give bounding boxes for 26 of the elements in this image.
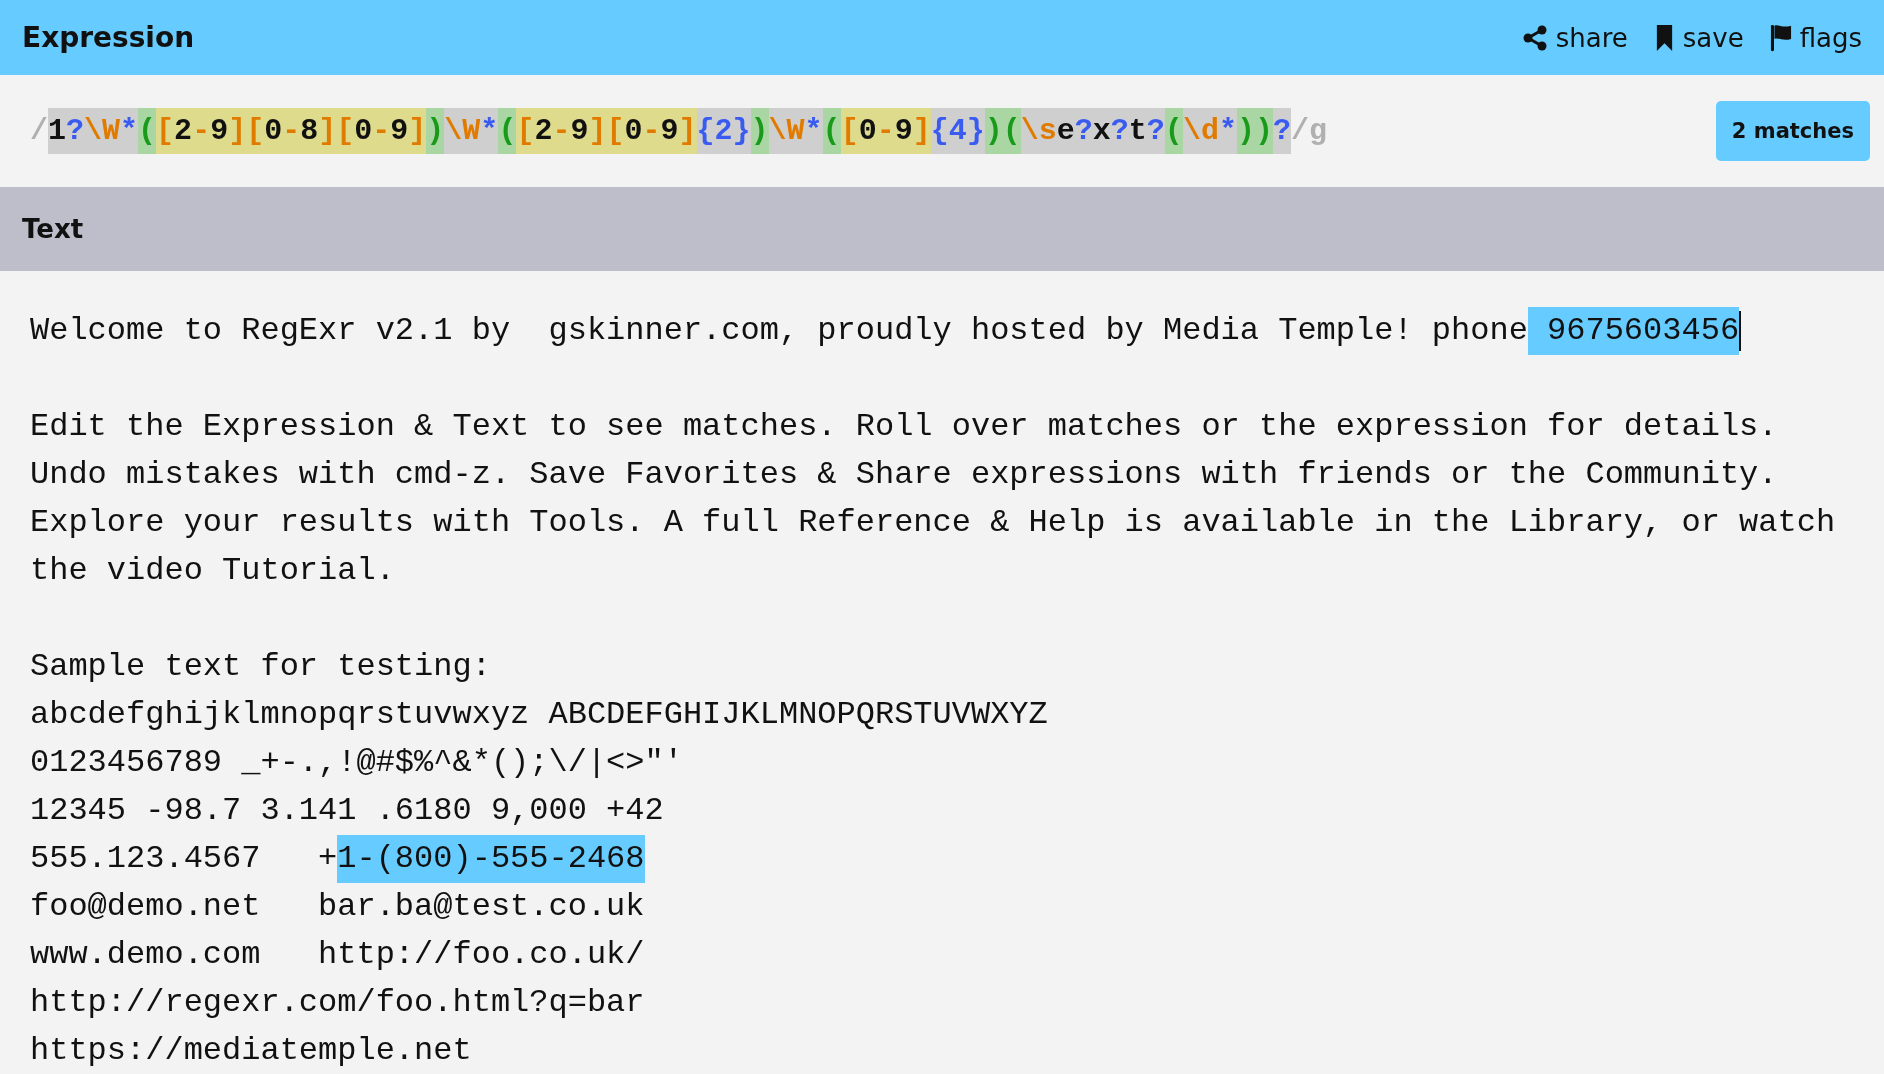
match-highlight: 1-(800)-555-2468 — [337, 835, 645, 883]
text-line: the video Tutorial. — [30, 551, 395, 591]
text-line: www.demo.com http://foo.co.uk/ — [30, 935, 645, 975]
match-count-button[interactable]: 2 matches — [1715, 101, 1870, 161]
text-line: Edit the Expression & Text to see matches. Roll over matches or the expression for details. — [30, 407, 1778, 447]
text-line: foo@demo.net bar.ba@test.co.uk — [30, 887, 645, 927]
regex-expression[interactable]: /1?\W*([2-9][0-8][0-9])\W*([2-9][0-9]{2})\W*([0-9]{4})(\se?x?t?(\d*))?/g — [30, 108, 1327, 154]
save-button[interactable]: save — [1653, 22, 1744, 53]
share-icon — [1521, 23, 1548, 52]
text-line: http://regexr.com/foo.html?q=bar — [30, 983, 645, 1023]
text-line: abcdefghijklmnopqrstuvwxyz ABCDEFGHIJKLMNOPQRSTUVWXYZ — [30, 695, 1048, 735]
match-highlight: 9675603456 — [1527, 307, 1740, 355]
app-title: Expression — [22, 21, 195, 54]
text-line: https://mediatemple.net — [30, 1031, 472, 1071]
text-line: Sample text for testing: — [30, 647, 491, 687]
flags-button[interactable]: flags — [1769, 22, 1862, 53]
text-cursor — [1739, 311, 1742, 351]
share-button[interactable]: share — [1521, 22, 1628, 53]
text-line: Explore your results with Tools. A full Reference & Help is available in the Library, or watch — [30, 503, 1836, 543]
text-line: 555.123.4567 + — [30, 839, 338, 879]
text-line: Undo mistakes with cmd-z. Save Favorites & Share expressions with friends or the Community. — [30, 455, 1778, 495]
text-line: 12345 -98.7 3.141 .6180 9,000 +42 — [30, 791, 664, 831]
text-line: Welcome to RegExr v2.1 by gskinner.com, proudly hosted by Media Temple! phone — [30, 311, 1528, 351]
text-line: 0123456789 _+-.,!@#$%^&*();\/|<>"' — [30, 743, 683, 783]
flag-icon — [1769, 23, 1792, 52]
section-title: Text — [22, 214, 84, 244]
